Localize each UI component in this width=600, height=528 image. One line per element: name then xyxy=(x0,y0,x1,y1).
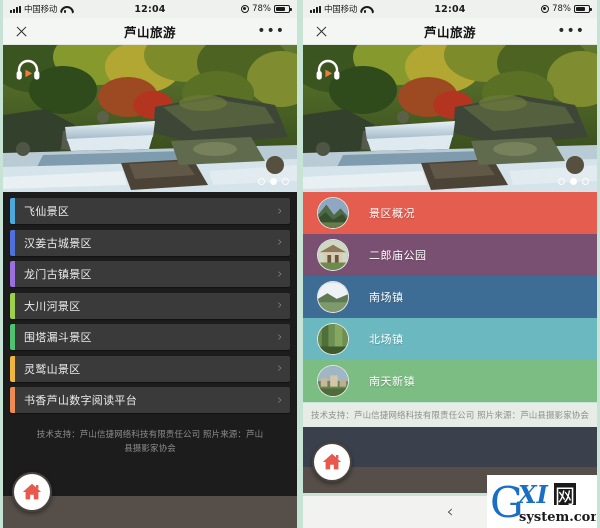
footer-credits: 技术支持：芦山信捷网络科技有限责任公司 照片来源：芦山县摄影家协会 xyxy=(36,429,264,454)
footer-credits: 技术支持：芦山信捷网络科技有限责任公司 照片来源：芦山县摄影家协会 xyxy=(303,403,597,427)
audio-guide-button[interactable] xyxy=(313,55,343,85)
list-item[interactable]: 汉姜古城景区 › xyxy=(10,229,290,256)
list-item-label: 飞仙景区 xyxy=(24,205,70,218)
browser-navigation-bar: ‹ › xyxy=(303,495,597,528)
carousel-dots-right xyxy=(558,178,589,185)
home-icon xyxy=(322,453,342,470)
headphones-play-icon xyxy=(16,59,40,80)
chevron-right-icon: › xyxy=(277,329,283,345)
status-bar-right: 中国移动 12:04 78% xyxy=(303,0,597,18)
list-item-label: 龙门古镇景区 xyxy=(24,268,92,281)
hero-photo-waterfall xyxy=(3,45,297,192)
status-bar-left: 中国移动 12:04 78% xyxy=(3,0,297,18)
phone-screen-right: 中国移动 12:04 78% 芦山旅游 ••• 景区概况 二郎庙公园 南场镇 北… xyxy=(300,0,600,528)
list-item-label: 南天新镇 xyxy=(369,375,415,388)
battery-percent-label: 78% xyxy=(252,4,271,14)
forward-button[interactable]: › xyxy=(499,502,597,522)
chevron-right-icon: › xyxy=(277,266,283,282)
list-item-label: 汉姜古城景区 xyxy=(24,236,92,250)
more-options-icon[interactable]: ••• xyxy=(257,24,285,38)
list-item[interactable]: 龙门古镇景区 › xyxy=(10,261,290,287)
list-item-label: 二郎庙公园 xyxy=(369,249,427,262)
list-item-label: 大川河景区 xyxy=(24,299,81,313)
list-item-label: 南场镇 xyxy=(369,291,404,304)
phone-screen-left: 中国移动 12:04 78% 芦山旅游 ••• 飞仙景区 › 汉姜古城景区 › … xyxy=(0,0,300,528)
carousel-dots-left xyxy=(258,178,289,185)
status-bar-right-group: 78% xyxy=(541,4,592,14)
lake-thumbnail xyxy=(317,281,349,313)
list-item[interactable]: 大川河景区 › xyxy=(10,292,290,319)
chevron-right-icon: › xyxy=(277,298,283,313)
chevron-right-icon: › xyxy=(277,235,283,250)
hero-photo-waterfall xyxy=(303,45,597,192)
list-item[interactable]: 南天新镇 xyxy=(303,360,597,402)
list-item[interactable]: 南场镇 xyxy=(303,276,597,318)
list-item-label: 围塔漏斗景区 xyxy=(24,331,92,344)
list-item-label: 景区概况 xyxy=(369,207,415,220)
battery-percent-label: 78% xyxy=(552,4,571,14)
audio-guide-button[interactable] xyxy=(13,55,43,85)
chevron-right-icon: › xyxy=(277,361,283,376)
home-button[interactable] xyxy=(12,472,52,512)
battery-icon xyxy=(574,5,592,13)
list-item-label: 北场镇 xyxy=(369,333,404,346)
field-thumbnail xyxy=(317,323,349,355)
carousel-dot-active[interactable] xyxy=(270,178,277,185)
page-title: 芦山旅游 xyxy=(123,24,176,40)
page-title: 芦山旅游 xyxy=(423,24,476,40)
list-item[interactable]: 飞仙景区 › xyxy=(10,198,290,224)
home-button[interactable] xyxy=(312,442,352,482)
list-item[interactable]: 二郎庙公园 xyxy=(303,234,597,276)
chevron-right-icon: › xyxy=(277,392,283,408)
battery-icon xyxy=(274,5,292,13)
nav-bar-left: 芦山旅游 ••• xyxy=(3,18,297,45)
headphones-play-icon xyxy=(316,59,340,80)
list-item-label: 书香芦山数字阅读平台 xyxy=(24,394,137,407)
location-services-icon xyxy=(541,5,550,13)
more-options-icon[interactable]: ••• xyxy=(557,24,585,38)
location-services-icon xyxy=(241,5,250,13)
hero-carousel-left[interactable] xyxy=(3,45,297,192)
carousel-dot[interactable] xyxy=(582,178,589,185)
list-item[interactable]: 围塔漏斗景区 › xyxy=(10,324,290,350)
list-item[interactable]: 书香芦山数字阅读平台 › xyxy=(10,387,290,413)
home-icon xyxy=(22,483,42,500)
mountain-thumbnail xyxy=(317,197,349,229)
carousel-dot[interactable] xyxy=(558,178,565,185)
chevron-right-icon: › xyxy=(277,203,283,219)
list-item-label: 灵鹫山景区 xyxy=(24,362,81,376)
carousel-dot-active[interactable] xyxy=(570,178,577,185)
back-button[interactable]: ‹ xyxy=(401,502,499,522)
town-thumbnail xyxy=(317,365,349,397)
list-item[interactable]: 景区概况 xyxy=(303,192,597,234)
list-item[interactable]: 北场镇 xyxy=(303,318,597,360)
carousel-dot[interactable] xyxy=(282,178,289,185)
nav-bar-right: 芦山旅游 ••• xyxy=(303,18,597,45)
destination-list: 景区概况 二郎庙公园 南场镇 北场镇 南天新镇 xyxy=(303,192,597,403)
carousel-dot[interactable] xyxy=(258,178,265,185)
list-item[interactable]: 灵鹫山景区 › xyxy=(10,355,290,382)
status-bar-right-group: 78% xyxy=(241,4,292,14)
hero-carousel-right[interactable] xyxy=(303,45,597,192)
temple-thumbnail xyxy=(317,239,349,271)
